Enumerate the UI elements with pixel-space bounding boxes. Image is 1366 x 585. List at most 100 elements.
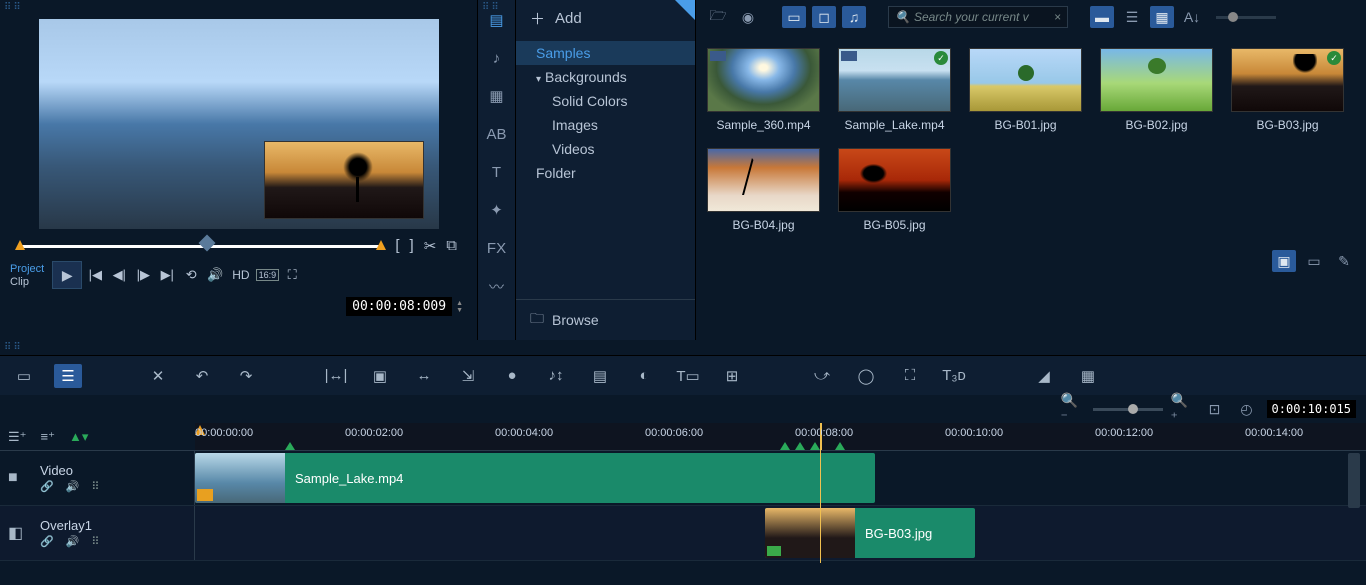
path-tab-icon[interactable]: 〰 xyxy=(485,274,509,298)
preview-overlay-pip[interactable] xyxy=(264,141,424,219)
preview-timecode[interactable]: 00:00:08:009 xyxy=(346,297,452,316)
loop-button[interactable]: ⟲ xyxy=(180,264,202,286)
next-frame-button[interactable]: |▶ xyxy=(132,264,154,286)
library-thumbnail[interactable]: BG-B04.jpg xyxy=(706,148,821,232)
sound-tab-icon[interactable]: ♪ xyxy=(485,46,509,70)
fx-toggle-icon[interactable]: ⠿ xyxy=(91,535,99,548)
template-icon[interactable]: ▦ xyxy=(1074,364,1102,388)
video-track-header[interactable]: ■ Video 🔗 🔊 ⠿ xyxy=(0,451,195,505)
panel-drag-handle[interactable]: ⠿⠿ xyxy=(0,0,477,15)
import-icon[interactable]: 🗁 xyxy=(706,6,730,28)
overlay-tab-icon[interactable]: ✦ xyxy=(485,198,509,222)
mark-in-icon[interactable]: [ xyxy=(395,237,399,255)
tree-backgrounds[interactable]: Backgrounds xyxy=(516,65,695,89)
undo-icon[interactable]: ↶ xyxy=(188,364,216,388)
redo-icon[interactable]: ↷ xyxy=(232,364,260,388)
sort-icon[interactable]: A↓ xyxy=(1180,6,1204,28)
library-thumbnail[interactable]: BG-B02.jpg xyxy=(1099,48,1214,132)
tools-icon[interactable]: ✕ xyxy=(144,364,172,388)
split-icon[interactable]: ✂ xyxy=(424,237,437,255)
mode-project-label[interactable]: Project xyxy=(10,263,44,275)
motion-icon[interactable]: ⤻ xyxy=(808,364,836,388)
text-tab-icon[interactable]: T xyxy=(485,160,509,184)
panel-drag-handle[interactable]: ⠿⠿ xyxy=(0,340,1366,355)
time-ruler[interactable]: 00:00:00:0000:00:02:0000:00:04:0000:00:0… xyxy=(195,423,1366,450)
overlay-track-header[interactable]: ◧ Overlay1 🔗 🔊 ⠿ xyxy=(0,506,195,560)
panel-options-icon[interactable]: ▭ xyxy=(1302,250,1326,272)
timeline-view-icon[interactable]: ☰ xyxy=(54,364,82,388)
painting-icon[interactable]: ◢ xyxy=(1030,364,1058,388)
library-thumbnail[interactable]: Sample_360.mp4 xyxy=(706,48,821,132)
trim-icon[interactable]: |↔| xyxy=(322,364,350,388)
preview-video[interactable] xyxy=(39,19,439,229)
split-screen-icon[interactable]: ⊞ xyxy=(718,364,746,388)
panel-edit-icon[interactable]: ✎ xyxy=(1332,250,1356,272)
mixer-icon[interactable]: ♪↕ xyxy=(542,364,570,388)
browse-button[interactable]: 🗀 Browse xyxy=(516,299,695,340)
panel-layout-icon[interactable]: ▣ xyxy=(1272,250,1296,272)
library-thumbnail[interactable]: BG-B05.jpg xyxy=(837,148,952,232)
video-clip[interactable]: Sample_Lake.mp4 xyxy=(195,453,875,503)
library-thumbnail[interactable]: ✓Sample_Lake.mp4 xyxy=(837,48,952,132)
mask-icon[interactable]: ⛶ xyxy=(896,364,924,388)
library-thumbnail[interactable]: ✓BG-B03.jpg xyxy=(1230,48,1345,132)
tree-images[interactable]: Images xyxy=(516,113,695,137)
panel-drag-handle[interactable]: ⠿⠿ xyxy=(478,0,505,15)
add-button[interactable]: ＋ Add xyxy=(516,0,695,37)
slip-icon[interactable]: ▣ xyxy=(366,364,394,388)
mute-icon[interactable]: 🔊 xyxy=(66,480,80,493)
multi-trim-icon[interactable]: ◐ xyxy=(630,364,658,388)
filter-photo-icon[interactable]: ◻ xyxy=(812,6,836,28)
storyboard-view-icon[interactable]: ▭ xyxy=(10,364,38,388)
3d-title-icon[interactable]: T₃ᴅ xyxy=(940,364,968,388)
play-button[interactable]: ▶ xyxy=(52,261,82,289)
subtitle-icon[interactable]: T▭ xyxy=(674,364,702,388)
timecode-stepper[interactable]: ▲▼ xyxy=(456,300,463,314)
view-grid-icon[interactable]: ▦ xyxy=(1150,6,1174,28)
go-end-button[interactable]: ▶| xyxy=(156,264,178,286)
mark-out-icon[interactable]: ] xyxy=(410,237,414,255)
track-add-icon[interactable]: ≡⁺ xyxy=(41,429,55,445)
mute-icon[interactable]: 🔊 xyxy=(66,535,80,548)
marker-icon[interactable]: ▲▾ xyxy=(69,429,88,445)
transitions-tab-icon[interactable]: ▦ xyxy=(485,84,509,108)
roll-icon[interactable]: ⇲ xyxy=(454,364,482,388)
view-thumb-icon[interactable]: ▬ xyxy=(1090,6,1114,28)
view-list-icon[interactable]: ☰ xyxy=(1120,6,1144,28)
link-icon[interactable]: 🔗 xyxy=(40,535,54,548)
link-icon[interactable]: 🔗 xyxy=(40,480,54,493)
playhead[interactable] xyxy=(820,423,821,563)
filter-video-icon[interactable]: ▭ xyxy=(782,6,806,28)
auto-music-icon[interactable]: ▤ xyxy=(586,364,614,388)
zoom-in-icon[interactable]: 🔍⁺ xyxy=(1171,398,1195,420)
tree-folder[interactable]: Folder xyxy=(516,161,695,185)
timeline-scrollbar[interactable] xyxy=(1348,453,1360,508)
zoom-slider[interactable] xyxy=(1093,408,1163,411)
project-duration-icon[interactable]: ◴ xyxy=(1235,398,1259,420)
tree-samples[interactable]: Samples xyxy=(516,41,695,65)
aspect-ratio-badge[interactable]: 16:9 xyxy=(256,269,280,281)
resize-options-icon[interactable]: ⛶ xyxy=(281,264,303,286)
thumb-size-slider[interactable] xyxy=(1216,16,1276,19)
zoom-out-icon[interactable]: 🔍⁻ xyxy=(1061,398,1085,420)
tree-videos[interactable]: Videos xyxy=(516,137,695,161)
slide-icon[interactable]: ↔ xyxy=(410,364,438,388)
preview-scrubber[interactable]: [ ] ✂ ⧉ xyxy=(0,237,477,255)
filter-audio-icon[interactable]: ♫ xyxy=(842,6,866,28)
prev-frame-button[interactable]: ◀| xyxy=(108,264,130,286)
volume-button[interactable]: 🔊 xyxy=(204,264,226,286)
fx-tab-icon[interactable]: FX xyxy=(485,236,509,260)
snapshot-icon[interactable]: ⧉ xyxy=(446,237,457,255)
fit-timeline-icon[interactable]: ⊡ xyxy=(1203,398,1227,420)
overlay-clip[interactable]: BG-B03.jpg xyxy=(765,508,975,558)
tree-solid-colors[interactable]: Solid Colors xyxy=(516,89,695,113)
record-icon[interactable]: ● xyxy=(498,364,526,388)
track-motion-icon[interactable]: ◯ xyxy=(852,364,880,388)
fx-toggle-icon[interactable]: ⠿ xyxy=(91,480,99,493)
capture-icon[interactable]: ◉ xyxy=(736,6,760,28)
mode-clip-label[interactable]: Clip xyxy=(10,276,44,288)
go-start-button[interactable]: |◀ xyxy=(84,264,106,286)
search-input[interactable]: 🔍 Search your current v × xyxy=(888,6,1068,28)
hd-toggle[interactable]: HD xyxy=(232,268,249,282)
track-options-icon[interactable]: ☰⁺ xyxy=(8,429,27,445)
